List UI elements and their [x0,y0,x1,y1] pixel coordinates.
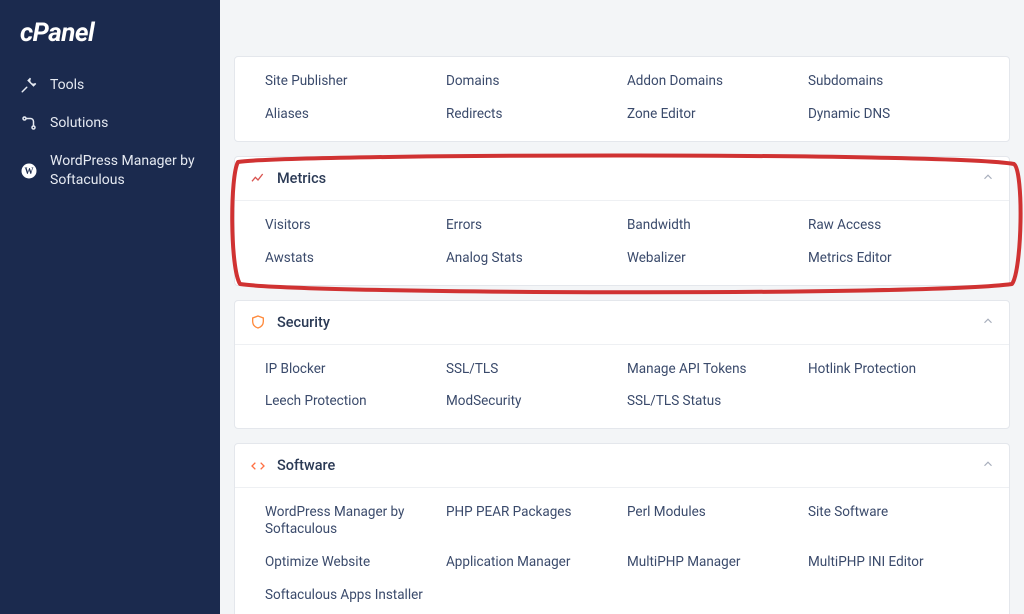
sidebar-item-label: WordPress Manager by Softaculous [50,152,200,188]
panel-metrics-title: Metrics [277,170,981,187]
link-analog-stats[interactable]: Analog Stats [446,250,617,267]
link-multiphp-ini-editor[interactable]: MultiPHP INI Editor [808,554,979,571]
link-hotlink-protection[interactable]: Hotlink Protection [808,361,979,378]
link-ip-blocker[interactable]: IP Blocker [265,361,436,378]
software-icon [249,457,267,475]
link-modsecurity[interactable]: ModSecurity [446,393,617,410]
tools-icon [20,76,38,94]
link-leech-protection[interactable]: Leech Protection [265,393,436,410]
link-ssl-tls-status[interactable]: SSL/TLS Status [627,393,798,410]
panel-metrics-grid: Visitors Errors Bandwidth Raw Access Aws… [235,201,1009,285]
panel-software-title: Software [277,457,981,474]
panel-software-grid: WordPress Manager by Softaculous PHP PEA… [235,488,1009,614]
panel-security: Security IP Blocker SSL/TLS Manage API T… [234,300,1010,430]
link-dynamic-dns[interactable]: Dynamic DNS [808,106,979,123]
panel-metrics: Metrics Visitors Errors Bandwidth Raw Ac… [234,156,1010,286]
link-bandwidth[interactable]: Bandwidth [627,217,798,234]
link-raw-access[interactable]: Raw Access [808,217,979,234]
panel-metrics-head[interactable]: Metrics [235,157,1009,201]
chevron-up-icon [981,313,995,332]
link-ssl-tls[interactable]: SSL/TLS [446,361,617,378]
panel-software-head[interactable]: Software [235,444,1009,488]
sidebar-item-label: Tools [50,76,200,94]
panel-domains-partial: Site Publisher Domains Addon Domains Sub… [234,56,1010,142]
panel-security-head[interactable]: Security [235,301,1009,345]
panel-security-grid: IP Blocker SSL/TLS Manage API Tokens Hot… [235,345,1009,429]
link-perl-modules[interactable]: Perl Modules [627,504,798,538]
link-zone-editor[interactable]: Zone Editor [627,106,798,123]
link-manage-api-tokens[interactable]: Manage API Tokens [627,361,798,378]
link-multiphp-manager[interactable]: MultiPHP Manager [627,554,798,571]
link-application-manager[interactable]: Application Manager [446,554,617,571]
link-php-pear-packages[interactable]: PHP PEAR Packages [446,504,617,538]
solutions-icon [20,114,38,132]
sidebar-item-solutions[interactable]: Solutions [0,104,220,142]
link-optimize-website[interactable]: Optimize Website [265,554,436,571]
security-icon [249,313,267,331]
link-webalizer[interactable]: Webalizer [627,250,798,267]
cpanel-logo: cPanel [0,14,220,66]
sidebar-item-wordpress-manager[interactable]: W WordPress Manager by Softaculous [0,142,220,198]
link-domains[interactable]: Domains [446,73,617,90]
panel-security-title: Security [277,314,981,331]
link-addon-domains[interactable]: Addon Domains [627,73,798,90]
link-site-publisher[interactable]: Site Publisher [265,73,436,90]
link-softaculous-apps-installer[interactable]: Softaculous Apps Installer [265,587,436,604]
link-wordpress-manager[interactable]: WordPress Manager by Softaculous [265,504,436,538]
wordpress-icon: W [20,162,38,180]
main-content: Site Publisher Domains Addon Domains Sub… [220,0,1024,614]
sidebar-item-label: Solutions [50,114,200,132]
link-site-software[interactable]: Site Software [808,504,979,538]
chevron-up-icon [981,169,995,188]
link-errors[interactable]: Errors [446,217,617,234]
svg-text:W: W [25,166,34,176]
panel-domains-grid: Site Publisher Domains Addon Domains Sub… [235,57,1009,141]
link-aliases[interactable]: Aliases [265,106,436,123]
panel-software: Software WordPress Manager by Softaculou… [234,443,1010,614]
link-redirects[interactable]: Redirects [446,106,617,123]
sidebar: cPanel Tools Solutions W WordPress Manag… [0,0,220,614]
metrics-icon [249,169,267,187]
sidebar-item-tools[interactable]: Tools [0,66,220,104]
chevron-up-icon [981,456,995,475]
link-metrics-editor[interactable]: Metrics Editor [808,250,979,267]
link-subdomains[interactable]: Subdomains [808,73,979,90]
link-awstats[interactable]: Awstats [265,250,436,267]
logo-text: cPanel [20,18,94,48]
link-visitors[interactable]: Visitors [265,217,436,234]
